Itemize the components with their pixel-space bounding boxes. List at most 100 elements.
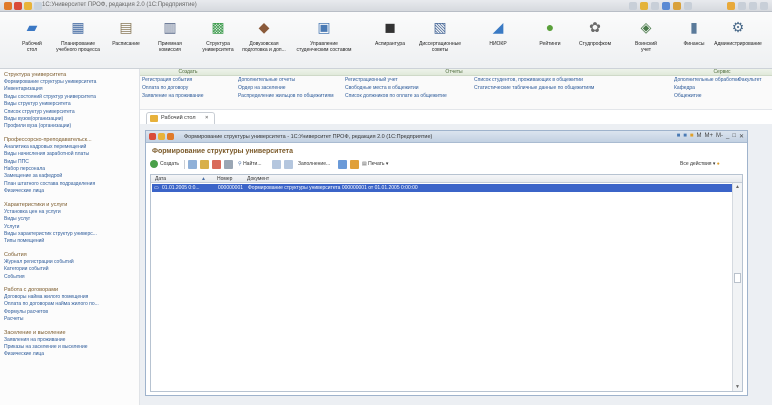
back-icon[interactable] <box>14 2 22 10</box>
nav-item[interactable]: Физические лица <box>4 351 135 358</box>
nav-item[interactable]: Виды услуг <box>4 216 135 223</box>
nav-item[interactable]: Профили вуза (организации) <box>4 123 135 130</box>
nav-item[interactable]: Типы помещений <box>4 238 135 245</box>
history-icon[interactable] <box>651 2 659 10</box>
nav-item[interactable]: Расчеты <box>4 316 135 323</box>
nav-item[interactable]: Приказы на заселение и выселение <box>4 344 135 351</box>
help-circle-icon[interactable]: ● <box>717 161 720 167</box>
nav-item[interactable]: Список структур университета <box>4 109 135 116</box>
calculator-icon[interactable] <box>662 2 670 10</box>
minimize-icon[interactable] <box>738 2 746 10</box>
tab-close-icon[interactable]: × <box>205 115 208 121</box>
nav-group-title[interactable]: Заселение и выселение <box>4 330 135 336</box>
doc-link-icon[interactable]: ■ <box>677 133 681 140</box>
scroll-up-icon[interactable]: ▲ <box>735 184 740 190</box>
home-icon[interactable] <box>34 2 42 10</box>
nav-item[interactable]: Виды состояний структур университета <box>4 94 135 101</box>
doc-forward-icon[interactable] <box>158 133 165 140</box>
cancel-search-icon[interactable] <box>272 160 281 169</box>
doc-info-icon[interactable]: ■ <box>683 133 687 140</box>
section-admin[interactable]: ⚙ Администрирование <box>710 15 766 47</box>
action-payment-contract[interactable]: Оплата по договору <box>140 84 236 92</box>
report-icon[interactable] <box>338 160 347 169</box>
nav-item[interactable]: Набор персонала <box>4 166 135 173</box>
section-union[interactable]: ✿ Студпрофком <box>567 15 623 47</box>
nav-item[interactable]: Виды характеристик структур универс... <box>4 231 135 238</box>
doc-m-icon[interactable]: M <box>696 133 701 140</box>
user-info-icon[interactable] <box>727 2 735 10</box>
report-students-in-dorm[interactable]: Список студентов, проживающих в общежити… <box>472 76 662 84</box>
action-residence-application[interactable]: Заявление на проживание <box>140 92 236 100</box>
nav-item[interactable]: Аналитика кадровых перемещений <box>4 144 135 151</box>
nav-item[interactable]: Услуги <box>4 224 135 231</box>
tab-desktop[interactable]: Рабочий стол × <box>146 112 216 124</box>
doc-help-icon[interactable]: ■ <box>690 133 694 140</box>
nav-item[interactable]: Формирование структуры университета <box>4 79 135 86</box>
service-department[interactable]: Кафедра <box>672 84 736 92</box>
nav-item[interactable]: Оплата по договорам найма жилого по... <box>4 301 135 308</box>
doc-back-icon[interactable] <box>149 133 156 140</box>
nav-item[interactable]: План штатного состава подразделения <box>4 181 135 188</box>
report-debtors[interactable]: Список должников по оплате за общежитие <box>343 92 459 100</box>
report-free-places[interactable]: Свободные места в общежитии <box>343 84 459 92</box>
calendar-icon[interactable] <box>629 2 637 10</box>
doc-mplus-icon[interactable]: M+ <box>704 133 713 140</box>
service-faculty[interactable]: Факультет <box>736 76 772 84</box>
favorites-icon[interactable] <box>640 2 648 10</box>
app-logo-icon[interactable] <box>4 2 12 10</box>
info-icon[interactable] <box>684 2 692 10</box>
column-date[interactable]: Дата <box>155 175 166 183</box>
scroll-thumb[interactable] <box>734 273 741 283</box>
section-preuniversity[interactable]: ◆ Довузовская подготовка и доп... <box>236 15 292 53</box>
maximize-icon[interactable] <box>749 2 757 10</box>
nav-item[interactable]: Договоры найма жилого помещения <box>4 294 135 301</box>
report-residents-distribution[interactable]: Распределение жильцов по общежитиям <box>236 92 342 100</box>
section-graduate[interactable]: ◼ Аспирантура <box>362 15 418 47</box>
help-icon[interactable] <box>673 2 681 10</box>
column-document[interactable]: Документ <box>247 175 269 183</box>
nav-group-title[interactable]: Характеристики и услуги <box>4 202 135 208</box>
find-button[interactable]: ⚲ Найти... <box>238 159 262 170</box>
column-number[interactable]: Номер <box>217 175 232 183</box>
edit-icon[interactable] <box>200 160 209 169</box>
report-statistics[interactable]: Статистические табличные данные по общеж… <box>472 84 662 92</box>
structure-link-icon[interactable] <box>224 160 233 169</box>
report-additional[interactable]: Дополнительные отчеты <box>236 76 342 84</box>
nav-item[interactable]: Физические лица <box>4 188 135 195</box>
service-additional-processing[interactable]: Дополнительные обработки <box>672 76 739 84</box>
create-button[interactable]: Создать <box>150 159 179 170</box>
doc-close-icon[interactable]: ✕ <box>739 133 744 140</box>
service-dormitory[interactable]: Общежитие <box>672 92 736 100</box>
print-button[interactable]: ▤ Печать ▾ <box>362 159 388 170</box>
scroll-down-icon[interactable]: ▼ <box>735 384 740 390</box>
section-dissertation[interactable]: ▧ Диссертационные советы <box>412 15 468 53</box>
nav-group-title[interactable]: Структура университета <box>4 72 135 78</box>
vertical-scrollbar[interactable]: ▲ ▼ <box>732 183 742 391</box>
nav-item[interactable]: Виды ППС <box>4 159 135 166</box>
action-register-event[interactable]: Регистрация события <box>140 76 236 84</box>
filter-icon[interactable] <box>284 160 293 169</box>
doc-maximize-icon[interactable]: □ <box>732 133 736 140</box>
section-research[interactable]: ◢ НИОКР <box>470 15 526 47</box>
nav-item[interactable]: Инвентаризация <box>4 86 135 93</box>
nav-item[interactable]: Замещение за кафедрой <box>4 173 135 180</box>
copy-icon[interactable] <box>188 160 197 169</box>
nav-group-title[interactable]: Профессорско-преподавательск... <box>4 137 135 143</box>
nav-item[interactable]: Установка цен на услуги <box>4 209 135 216</box>
nav-item[interactable]: События <box>4 274 135 281</box>
nav-item[interactable]: Формулы расчетов <box>4 309 135 316</box>
sort-asc-icon[interactable]: ▲ <box>201 175 206 183</box>
fill-button[interactable]: Заполнение... <box>298 159 330 170</box>
nav-item[interactable]: Заявления на проживание <box>4 337 135 344</box>
nav-item[interactable]: Виды начисления заработной платы <box>4 151 135 158</box>
nav-item[interactable]: Журнал регистрации событий <box>4 259 135 266</box>
all-actions-button[interactable]: Все действия ▾ ● <box>680 159 720 170</box>
refresh-icon[interactable] <box>350 160 359 169</box>
doc-minimize-icon[interactable]: _ <box>726 133 729 140</box>
forward-icon[interactable] <box>24 2 32 10</box>
report-settlement-order[interactable]: Ордер на заселение <box>236 84 342 92</box>
doc-mminus-icon[interactable]: M- <box>716 133 723 140</box>
section-students[interactable]: ▣ Управление студенческим составом <box>296 15 352 53</box>
doc-star-icon[interactable] <box>167 133 174 140</box>
nav-group-title[interactable]: События <box>4 252 135 258</box>
